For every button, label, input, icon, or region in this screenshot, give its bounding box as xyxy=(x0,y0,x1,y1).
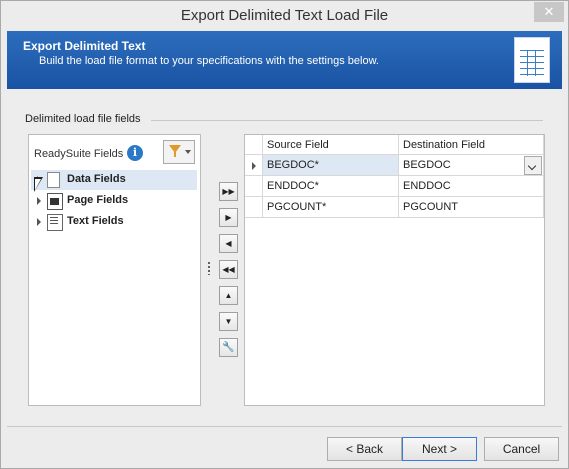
window-title: Export Delimited Text Load File xyxy=(180,7,389,24)
tree-item-text-fields[interactable]: Text Fields xyxy=(31,212,197,232)
row-header[interactable] xyxy=(245,176,263,197)
filter-dropdown-button[interactable] xyxy=(163,140,195,164)
source-field-cell[interactable]: BEGDOC* xyxy=(263,155,399,176)
remove-all-button[interactable]: ◀◀ xyxy=(219,260,238,279)
table-row[interactable]: ENDDOC* ENDDOC xyxy=(245,176,544,197)
tree-item-label: Page Fields xyxy=(67,194,129,206)
readysuite-fields-label: ReadySuite Fields xyxy=(34,148,124,160)
splitter-handle[interactable] xyxy=(208,261,210,275)
add-button[interactable]: ▶ xyxy=(219,208,238,227)
add-all-button[interactable]: ▶▶ xyxy=(219,182,238,201)
tree-item-data-fields[interactable]: Data Fields xyxy=(31,170,197,190)
destination-field-value: BEGDOC xyxy=(403,159,451,171)
column-header-source-field[interactable]: Source Field xyxy=(263,135,399,155)
row-header[interactable] xyxy=(245,155,263,176)
footer-divider xyxy=(7,426,562,427)
destination-field-combo[interactable]: BEGDOC xyxy=(399,155,544,176)
tree-item-label: Text Fields xyxy=(67,215,124,227)
destination-field-cell[interactable]: ENDDOC xyxy=(399,176,544,197)
table-row[interactable]: BEGDOC* BEGDOC xyxy=(245,155,544,176)
mouse-cursor-icon xyxy=(34,177,43,192)
field-mapping-grid: Source Field Destination Field BEGDOC* B… xyxy=(244,134,545,406)
banner-title: Export Delimited Text xyxy=(23,39,146,53)
source-field-cell[interactable]: PGCOUNT* xyxy=(263,197,399,218)
move-down-button[interactable]: ▼ xyxy=(219,312,238,331)
fields-group-label: Delimited load file fields xyxy=(25,113,145,125)
grid-glyph xyxy=(520,50,544,76)
info-icon[interactable]: i xyxy=(127,145,143,161)
remove-button[interactable]: ◀ xyxy=(219,234,238,253)
column-header-destination-field[interactable]: Destination Field xyxy=(399,135,544,155)
current-row-indicator-icon xyxy=(252,162,256,170)
back-button[interactable]: < Back xyxy=(327,437,402,461)
row-header-corner xyxy=(245,135,263,155)
chevron-down-icon xyxy=(185,150,191,154)
tree-item-page-fields[interactable]: Page Fields xyxy=(31,191,197,211)
expand-arrow-icon[interactable] xyxy=(37,218,41,226)
text-document-icon xyxy=(47,214,63,231)
title-bar: Export Delimited Text Load File ✕ xyxy=(1,1,568,30)
settings-wrench-button[interactable]: 🔧 xyxy=(219,338,238,357)
image-icon xyxy=(47,193,63,210)
document-icon xyxy=(47,172,60,188)
close-button[interactable]: ✕ xyxy=(534,2,564,22)
tree-item-label: Data Fields xyxy=(67,173,126,185)
source-field-cell[interactable]: ENDDOC* xyxy=(263,176,399,197)
chevron-down-icon[interactable] xyxy=(524,156,542,175)
destination-field-cell[interactable]: PGCOUNT xyxy=(399,197,544,218)
dialog-window: Export Delimited Text Load File ✕ Export… xyxy=(0,0,569,469)
group-divider xyxy=(151,120,543,121)
cancel-button[interactable]: Cancel xyxy=(484,437,559,461)
readysuite-fields-panel: ReadySuite Fields i Data Fields Page Fie… xyxy=(28,134,201,406)
table-row[interactable]: PGCOUNT* PGCOUNT xyxy=(245,197,544,218)
header-banner: Export Delimited Text Build the load fil… xyxy=(7,31,562,89)
expand-arrow-icon[interactable] xyxy=(37,197,41,205)
next-button[interactable]: Next > xyxy=(402,437,477,461)
row-header[interactable] xyxy=(245,197,263,218)
banner-subtitle: Build the load file format to your speci… xyxy=(39,55,379,67)
delimited-file-icon xyxy=(514,37,550,83)
move-up-button[interactable]: ▲ xyxy=(219,286,238,305)
